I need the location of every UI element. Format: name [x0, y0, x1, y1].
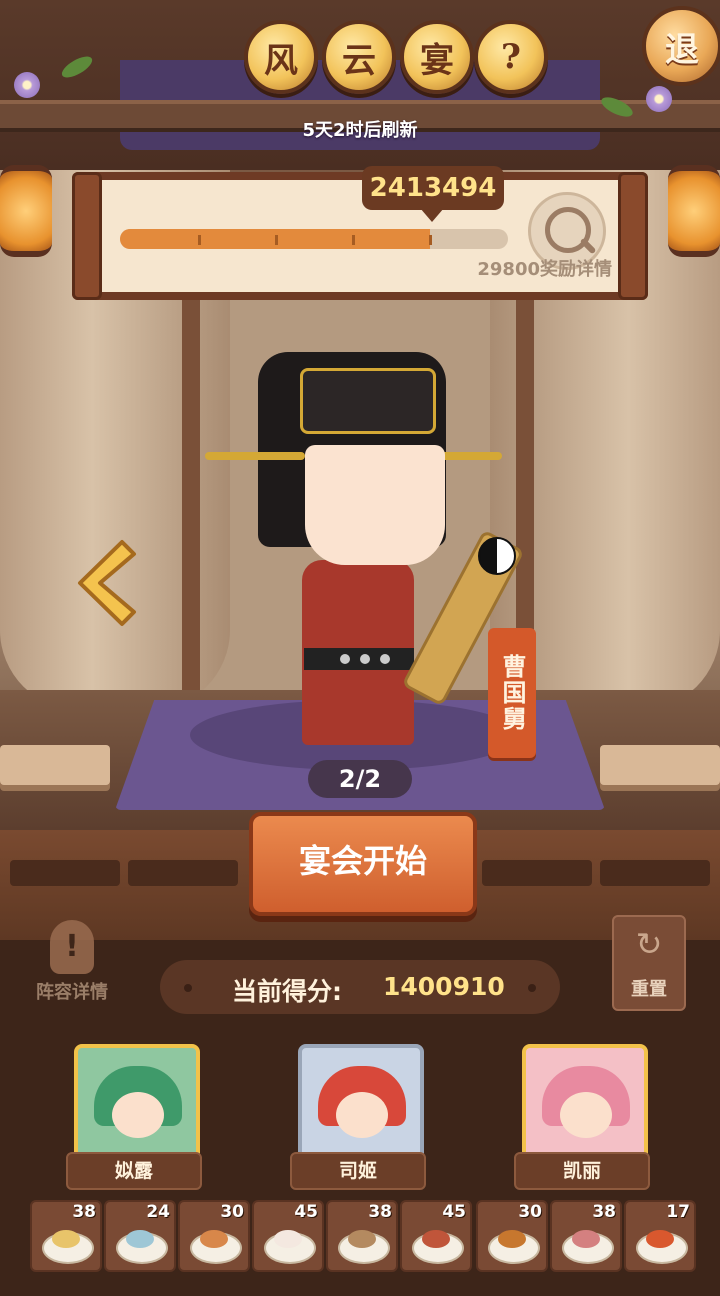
progress-tick	[352, 235, 355, 245]
start-banquet-button[interactable]: 宴会开始	[249, 812, 477, 916]
hero-name: 凯丽	[514, 1152, 650, 1190]
lantern-right-icon	[668, 165, 720, 257]
side-table-right	[600, 745, 720, 785]
dish-icon	[498, 1230, 526, 1248]
target-pointer-icon	[420, 208, 444, 222]
reset-button[interactable]: ↻ 重置	[612, 915, 686, 1011]
progress-tick	[429, 235, 432, 245]
refresh-countdown: 5天2时后刷新	[302, 120, 418, 141]
flower-icon	[646, 86, 672, 112]
title-char-2: 云	[322, 20, 396, 94]
tofu-icon	[274, 1230, 302, 1248]
dish-item[interactable]: 24	[104, 1200, 176, 1272]
chevron-left-icon[interactable]	[72, 538, 138, 628]
hero-portrait-green	[74, 1044, 200, 1168]
scroll-end-left	[72, 172, 102, 300]
belt-stud	[380, 654, 390, 664]
item-count: 38	[592, 1202, 616, 1222]
reward-details-link[interactable]: 29800奖励详情	[440, 255, 612, 281]
dish-item[interactable]: 38	[30, 1200, 102, 1272]
refresh-icon: ↻	[635, 925, 663, 963]
lobster-icon	[646, 1230, 674, 1248]
rail-slot	[482, 860, 592, 886]
score-bar-dot	[184, 984, 192, 992]
dish-item[interactable]: 45	[400, 1200, 472, 1272]
belt-stud	[360, 654, 370, 664]
dish-item[interactable]: 38	[550, 1200, 622, 1272]
progress-bar	[120, 229, 508, 249]
side-table-left	[0, 745, 110, 785]
item-count: 30	[220, 1202, 244, 1222]
soup-icon	[422, 1230, 450, 1248]
item-count: 45	[442, 1202, 466, 1222]
scroll-icon	[348, 1230, 376, 1248]
hero-name: 司姬	[290, 1152, 426, 1190]
hat-wing-right	[440, 452, 502, 460]
character-face	[305, 445, 445, 565]
flower-icon	[14, 72, 40, 98]
item-count: 45	[294, 1202, 318, 1222]
title-char-1: 风	[244, 20, 318, 94]
title-char-3: 宴	[400, 20, 474, 94]
item-count: 17	[666, 1202, 690, 1222]
dish-icon	[52, 1230, 80, 1248]
meat-icon	[572, 1230, 600, 1248]
current-score-value: 1400910	[383, 972, 505, 1001]
hero-portrait-red	[298, 1044, 424, 1168]
cake-icon	[126, 1230, 154, 1248]
progress-tick	[275, 235, 278, 245]
hero-card[interactable]: 姒露	[66, 1044, 202, 1190]
lantern-left-icon	[0, 165, 52, 257]
item-count: 38	[368, 1202, 392, 1222]
score-bar-dot	[528, 984, 536, 992]
item-count: 24	[146, 1202, 170, 1222]
character-name: 曹国舅	[488, 628, 536, 758]
belt-stud	[340, 654, 350, 664]
item-count: 38	[72, 1202, 96, 1222]
hat-wing-left	[205, 452, 305, 460]
exclamation-icon: !	[50, 920, 94, 974]
item-count: 30	[518, 1202, 542, 1222]
hero-card[interactable]: 凯丽	[514, 1044, 650, 1190]
dish-item[interactable]: 30	[476, 1200, 548, 1272]
hero-portrait-pink	[522, 1044, 648, 1168]
character-belt	[304, 648, 414, 670]
dish-item[interactable]: 17	[624, 1200, 696, 1272]
current-score-label: 当前得分:	[232, 977, 342, 1006]
lineup-details-button[interactable]: ! 阵容详情	[22, 920, 122, 1010]
help-button[interactable]: ?	[474, 20, 548, 94]
page-indicator: 2/2	[308, 760, 412, 798]
hero-name: 姒露	[66, 1152, 202, 1190]
yin-yang-icon	[478, 537, 516, 575]
rail-slot	[600, 860, 710, 886]
lineup-details-label: 阵容详情	[36, 982, 108, 1003]
progress-tick	[198, 235, 201, 245]
reset-label: 重置	[631, 979, 667, 1000]
exit-button[interactable]: 退	[642, 6, 720, 86]
dish-item[interactable]: 45	[252, 1200, 324, 1272]
hero-card[interactable]: 司姬	[290, 1044, 426, 1190]
rail-slot	[128, 860, 238, 886]
dish-item[interactable]: 30	[178, 1200, 250, 1272]
dish-icon	[200, 1230, 228, 1248]
pillar-left	[182, 300, 200, 700]
dish-item[interactable]: 38	[326, 1200, 398, 1272]
scroll-end-right	[618, 172, 648, 300]
rail-slot	[10, 860, 120, 886]
hat-ornament	[300, 368, 436, 434]
target-score: 2413494	[362, 166, 504, 210]
